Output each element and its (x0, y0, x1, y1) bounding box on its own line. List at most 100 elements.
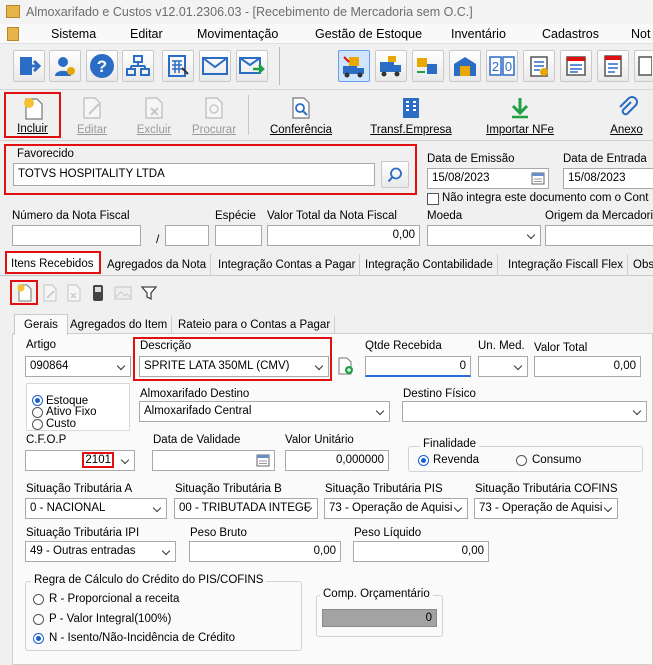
scanner-icon[interactable] (90, 284, 106, 302)
organization-button[interactable] (122, 50, 154, 82)
sit-ipi-select[interactable]: 49 - Outras entradas (25, 541, 176, 562)
qtde-field[interactable]: 0 (365, 356, 471, 377)
peso-liquido-field[interactable]: 0,00 (353, 541, 489, 562)
numero-nf-field[interactable] (12, 225, 141, 246)
peso-bruto-field[interactable]: 0,00 (189, 541, 341, 562)
data-entrada-field[interactable]: 15/08/2023 (563, 168, 653, 189)
menu-editar[interactable]: Editar (130, 24, 163, 44)
tab-obs[interactable]: Obs (629, 254, 653, 276)
send-mail-button[interactable] (236, 50, 268, 82)
image-icon[interactable] (114, 284, 132, 302)
tab-rateio[interactable]: Rateio para o Contas a Pagar (174, 316, 336, 334)
boxes-icon (417, 58, 437, 74)
favorecido-field[interactable]: TOTVS HOSPITALITY LTDA (13, 163, 375, 186)
incluir-button[interactable]: Incluir (4, 92, 61, 138)
calendar-icon[interactable] (531, 171, 545, 185)
favorecido-search-button[interactable] (381, 161, 409, 188)
valor-unitario-field[interactable]: 0,000000 (285, 450, 389, 471)
calculator-button[interactable] (162, 50, 194, 82)
report-button[interactable] (523, 50, 555, 82)
tab-integracao-contabilidade[interactable]: Integração Contabilidade (361, 254, 498, 276)
almox-destino-select[interactable]: Almoxarifado Central (139, 401, 390, 422)
consumo-radio[interactable] (516, 455, 527, 466)
especie-field[interactable] (215, 225, 262, 246)
app-icon (6, 5, 20, 18)
document-button[interactable] (597, 50, 629, 82)
stock-transfer-button[interactable] (412, 50, 444, 82)
user-button[interactable] (49, 50, 81, 82)
filter-icon[interactable] (140, 284, 158, 302)
exit-button[interactable] (13, 50, 45, 82)
ativo-fixo-label: Ativo Fixo (46, 406, 97, 418)
nao-integra-checkbox[interactable] (427, 193, 439, 205)
count-button[interactable]: 20 (486, 50, 518, 82)
delivery-button[interactable] (375, 50, 407, 82)
tab-integracao-fiscal[interactable]: Integração Fiscall Flex (504, 254, 629, 276)
calendar-button[interactable] (560, 50, 592, 82)
descricao-select[interactable]: SPRITE LATA 350ML (CMV) (139, 356, 329, 377)
menu-movimentacao[interactable]: Movimentação (197, 24, 278, 44)
conferencia-button[interactable]: Conferência (265, 93, 337, 137)
edit-item-icon[interactable] (42, 284, 58, 302)
download-icon (511, 98, 529, 119)
menu-inventario[interactable]: Inventário (451, 24, 506, 44)
procurar-button[interactable]: Procurar (186, 93, 242, 137)
add-doc-icon (338, 357, 353, 375)
sit-pis-select[interactable]: 73 - Operação de Aquisi (324, 498, 468, 519)
importar-nfe-button[interactable]: Importar NFe (482, 93, 558, 137)
valor-total-field[interactable]: 0,00 (534, 356, 641, 377)
peso-liquido-label: Peso Líquido (354, 527, 422, 539)
cfop-value: 2101 (82, 452, 114, 468)
menu-sistema[interactable]: Sistema (51, 24, 96, 44)
moeda-label: Moeda (427, 210, 463, 222)
incluir-label: Incluir (17, 123, 48, 135)
origem-field[interactable] (545, 225, 653, 246)
receiving-button[interactable] (338, 50, 370, 82)
tab-integracao-contas[interactable]: Integração Contas a Pagar (214, 254, 361, 276)
sit-cofins-select[interactable]: 73 - Operação de Aquisi (474, 498, 618, 519)
transf-empresa-button[interactable]: Transf.Empresa (368, 93, 454, 137)
delete-item-icon[interactable] (66, 284, 82, 302)
regra-label: Regra de Cálculo do Crédito do PIS/COFIN… (31, 574, 267, 586)
tab-agregados-nota[interactable]: Agregados da Nota (103, 254, 212, 276)
revenda-radio[interactable] (418, 455, 429, 466)
nf-separator: / (156, 232, 160, 246)
sit-b-select[interactable]: 00 - TRIBUTADA INTEGF (174, 498, 318, 519)
excluir-button[interactable]: Excluir (126, 93, 182, 137)
tab-itens-recebidos[interactable]: Itens Recebidos (5, 251, 101, 274)
estoque-radio[interactable] (32, 395, 43, 406)
email-button[interactable] (199, 50, 231, 82)
comp-orc-label: Comp. Orçamentário (320, 588, 433, 600)
more-toolbar-button[interactable] (634, 50, 653, 82)
building-icon (403, 98, 419, 118)
destino-fisico-select[interactable] (402, 401, 647, 422)
menu-gestao-estoque[interactable]: Gestão de Estoque (315, 24, 422, 44)
validade-calendar-icon[interactable] (256, 453, 270, 467)
un-med-select[interactable] (478, 356, 528, 377)
regra-p-radio[interactable] (33, 614, 44, 625)
custo-radio[interactable] (32, 419, 43, 430)
editar-button[interactable]: Editar (66, 93, 118, 137)
artigo-select[interactable]: 090864 (25, 356, 131, 377)
ativo-fixo-radio[interactable] (32, 407, 43, 418)
inventory-button[interactable] (449, 50, 481, 82)
new-item-button[interactable] (10, 280, 38, 305)
sit-a-select[interactable]: 0 - NACIONAL (25, 498, 167, 519)
serie-field[interactable] (165, 225, 209, 246)
regra-n-radio[interactable] (33, 633, 44, 644)
anexo-button[interactable]: Anexo (600, 93, 653, 137)
moeda-select[interactable] (427, 225, 541, 246)
valor-total-nf-field[interactable]: 0,00 (267, 225, 420, 246)
tab-gerais[interactable]: Gerais (14, 314, 68, 335)
peso-bruto-label: Peso Bruto (190, 527, 247, 539)
transf-empresa-label: Transf.Empresa (370, 124, 452, 136)
regra-r-radio[interactable] (33, 594, 44, 605)
add-description-button[interactable] (337, 357, 355, 375)
cfop-select[interactable]: 2101 (25, 450, 135, 471)
menu-cadastros[interactable]: Cadastros (542, 24, 599, 44)
menu-not[interactable]: Not (631, 24, 650, 44)
tab-agregados-item[interactable]: Agregados do Item (66, 316, 173, 334)
user-icon (55, 57, 75, 76)
importar-nfe-label: Importar NFe (486, 124, 554, 136)
help-button[interactable]: ? (86, 50, 118, 82)
